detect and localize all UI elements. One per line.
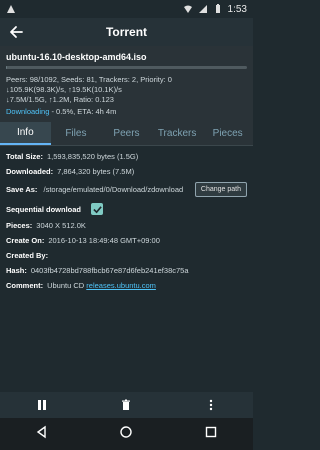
downloaded-value: 7,864,320 bytes (7.5M) <box>57 167 135 176</box>
create-on-label: Create On: <box>6 236 45 245</box>
create-on-value: 2016-10-13 18:49:48 GMT+09:00 <box>48 236 160 245</box>
progress-fill <box>6 66 8 69</box>
meta-line: ↓7.5M/1.5G, ↑1.2M, Ratio: 0.123 <box>6 95 114 104</box>
change-path-button[interactable]: Change path <box>194 182 247 197</box>
meta-line: ↓105.9K(98.3K)/s, ↑19.5K(10.1K)/s <box>6 85 122 94</box>
status-time: 1:53 <box>227 3 247 15</box>
hash-value: 0403fb4728bd788fbcb67e87d6feb241ef38c75a <box>30 266 189 275</box>
tab-info[interactable]: Info <box>0 122 51 145</box>
app-bar: Torrent <box>0 18 253 46</box>
nav-recents-icon <box>205 426 217 437</box>
tab-pieces[interactable]: Pieces <box>202 122 253 145</box>
downloaded-label: Downloaded: <box>6 167 54 176</box>
sequential-label: Sequential download <box>6 204 82 214</box>
more-vert-icon <box>209 399 213 411</box>
save-as-value: /storage/emulated/0/Download/zdownload <box>43 185 184 194</box>
tab-peers[interactable]: Peers <box>101 122 152 145</box>
system-nav-bar <box>0 418 253 450</box>
tab-files[interactable]: Files <box>51 122 102 145</box>
created-by-row: Created By: <box>6 251 247 260</box>
download-state: Downloading <box>6 107 50 116</box>
status-line: Downloading - 0.5%, ETA: 4h 4m <box>6 107 247 116</box>
torrent-header: ubuntu-16.10-desktop-amd64.iso Peers: 98… <box>0 46 253 122</box>
bottom-action-bar <box>0 392 253 418</box>
comment-row: Comment: Ubuntu CD releases.ubuntu.com <box>6 281 247 290</box>
total-size-value: 1,593,835,520 bytes (1.5G) <box>46 152 139 161</box>
downloaded-row: Downloaded: 7,864,320 bytes (7.5M) <box>6 167 247 176</box>
sequential-checkbox[interactable] <box>91 203 104 215</box>
save-as-row: Save As: /storage/emulated/0/Download/zd… <box>6 182 247 197</box>
sequential-row: Sequential download <box>6 203 247 215</box>
comment-link[interactable]: releases.ubuntu.com <box>86 281 156 290</box>
total-size-label: Total Size: <box>6 152 43 161</box>
status-left <box>6 4 183 14</box>
nav-recents-button[interactable] <box>204 425 218 444</box>
save-as-label: Save As: <box>6 185 38 194</box>
created-by-label: Created By: <box>6 251 49 260</box>
tab-bar: Info Files Peers Trackers Pieces <box>0 122 253 146</box>
nav-home-icon <box>120 425 133 438</box>
info-content: Total Size: 1,593,835,520 bytes (1.5G) D… <box>0 146 253 302</box>
arrow-left-icon <box>10 26 23 38</box>
status-bar: 1:53 <box>0 0 253 18</box>
create-on-row: Create On: 2016-10-13 18:49:48 GMT+09:00 <box>6 236 247 245</box>
tab-trackers[interactable]: Trackers <box>152 122 203 145</box>
signal-icon <box>198 5 207 13</box>
check-icon <box>92 205 102 213</box>
comment-text: Ubuntu CD <box>47 281 85 290</box>
torrent-name: ubuntu-16.10-desktop-amd64.iso <box>6 52 147 62</box>
page-title: Torrent <box>105 25 148 39</box>
notification-icon <box>7 5 15 13</box>
pieces-row: Pieces: 3040 X 512.0K <box>6 221 247 230</box>
status-right: 1:53 <box>183 4 247 15</box>
more-options-button[interactable] <box>169 399 253 411</box>
nav-home-button[interactable] <box>119 425 133 444</box>
nav-back-button[interactable] <box>35 425 49 444</box>
nav-back-icon <box>36 425 46 438</box>
hash-row: Hash: 0403fb4728bd788fbcb67e87d6feb241ef… <box>6 266 247 275</box>
pause-button[interactable] <box>0 399 84 411</box>
total-size-row: Total Size: 1,593,835,520 bytes (1.5G) <box>6 152 247 161</box>
pieces-value: 3040 X 512.0K <box>36 221 86 230</box>
wifi-icon <box>183 5 192 13</box>
comment-label: Comment: <box>6 281 44 290</box>
torrent-meta: Peers: 98/1092, Seeds: 81, Trackers: 2, … <box>6 75 247 105</box>
download-state-detail: - 0.5%, ETA: 4h 4m <box>49 107 117 116</box>
progress-bar <box>6 66 247 69</box>
delete-button[interactable] <box>84 399 168 411</box>
meta-line: Peers: 98/1092, Seeds: 81, Trackers: 2, … <box>6 75 172 84</box>
battery-icon <box>215 4 220 13</box>
pause-icon <box>38 400 47 410</box>
hash-label: Hash: <box>6 266 27 275</box>
pieces-label: Pieces: <box>6 221 33 230</box>
trash-icon <box>122 399 131 410</box>
back-button[interactable] <box>6 22 26 42</box>
